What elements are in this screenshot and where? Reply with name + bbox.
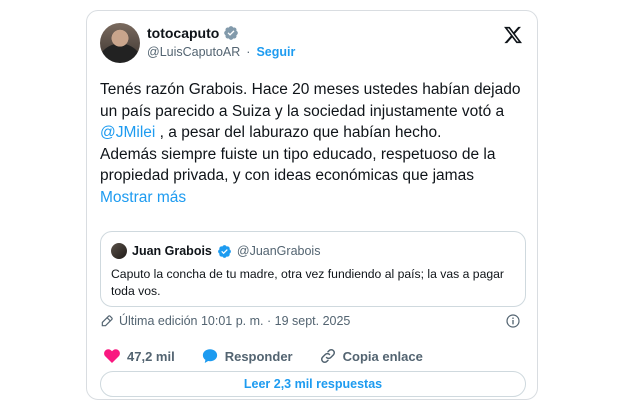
like-count: 47,2 mil (127, 348, 175, 364)
edited-info[interactable]: Última edición 10:01 p. m. · 19 sept. 20… (100, 314, 350, 328)
tweet-card: totocaputo @LuisCaputoAR · Seguir Tenés … (86, 10, 538, 400)
read-replies-button[interactable]: Leer 2,3 mil respuestas (100, 371, 526, 397)
action-bar: 47,2 mil Responder Copia enlace (103, 347, 449, 365)
quoted-handle: @JuanGrabois (236, 244, 321, 258)
info-icon[interactable] (505, 313, 521, 329)
quoted-tweet-header: Juan Grabois @JuanGrabois (111, 243, 320, 259)
quoted-tweet-text: Caputo la concha de tu madre, otra vez f… (111, 267, 504, 298)
mention-link[interactable]: @JMilei (100, 124, 155, 141)
verified-badge-icon (217, 244, 232, 259)
reply-bubble-icon (201, 347, 219, 365)
reply-label: Responder (224, 348, 293, 364)
reply-button[interactable]: Responder (201, 347, 293, 365)
quoted-display-name: Juan Grabois (132, 244, 212, 258)
separator-dot: · (246, 45, 251, 59)
quoted-tweet[interactable]: Juan Grabois @JuanGrabois Caputo la conc… (100, 231, 526, 307)
show-more-link[interactable]: Mostrar más (100, 189, 186, 206)
verified-badge-icon (223, 25, 239, 41)
author-handle[interactable]: @LuisCaputoAR (147, 45, 240, 59)
tweet-text-part1: Tenés razón Grabois. Hace 20 meses usted… (100, 81, 521, 120)
quoted-avatar (111, 243, 127, 259)
link-icon (319, 347, 337, 365)
author-handle-row: @LuisCaputoAR · Seguir (147, 45, 295, 59)
like-button[interactable]: 47,2 mil (103, 347, 175, 365)
pencil-edit-icon (100, 314, 114, 328)
tweet-text: Tenés razón Grabois. Hace 20 meses usted… (100, 79, 526, 208)
author-display-name[interactable]: totocaputo (147, 25, 219, 41)
tweet-text-part3: Además siempre fuiste un tipo educado, r… (100, 145, 496, 185)
x-logo-icon[interactable] (503, 25, 523, 45)
avatar[interactable] (100, 23, 140, 63)
tweet-text-part2: , a pesar del laburazo que habían hecho. (155, 124, 442, 141)
copy-link-button[interactable]: Copia enlace (319, 347, 423, 365)
copy-link-label: Copia enlace (342, 348, 423, 364)
edited-timestamp: Última edición 10:01 p. m. · 19 sept. 20… (119, 314, 351, 328)
follow-button[interactable]: Seguir (256, 45, 295, 59)
author-name-row: totocaputo (147, 25, 239, 41)
heart-icon (103, 347, 121, 365)
